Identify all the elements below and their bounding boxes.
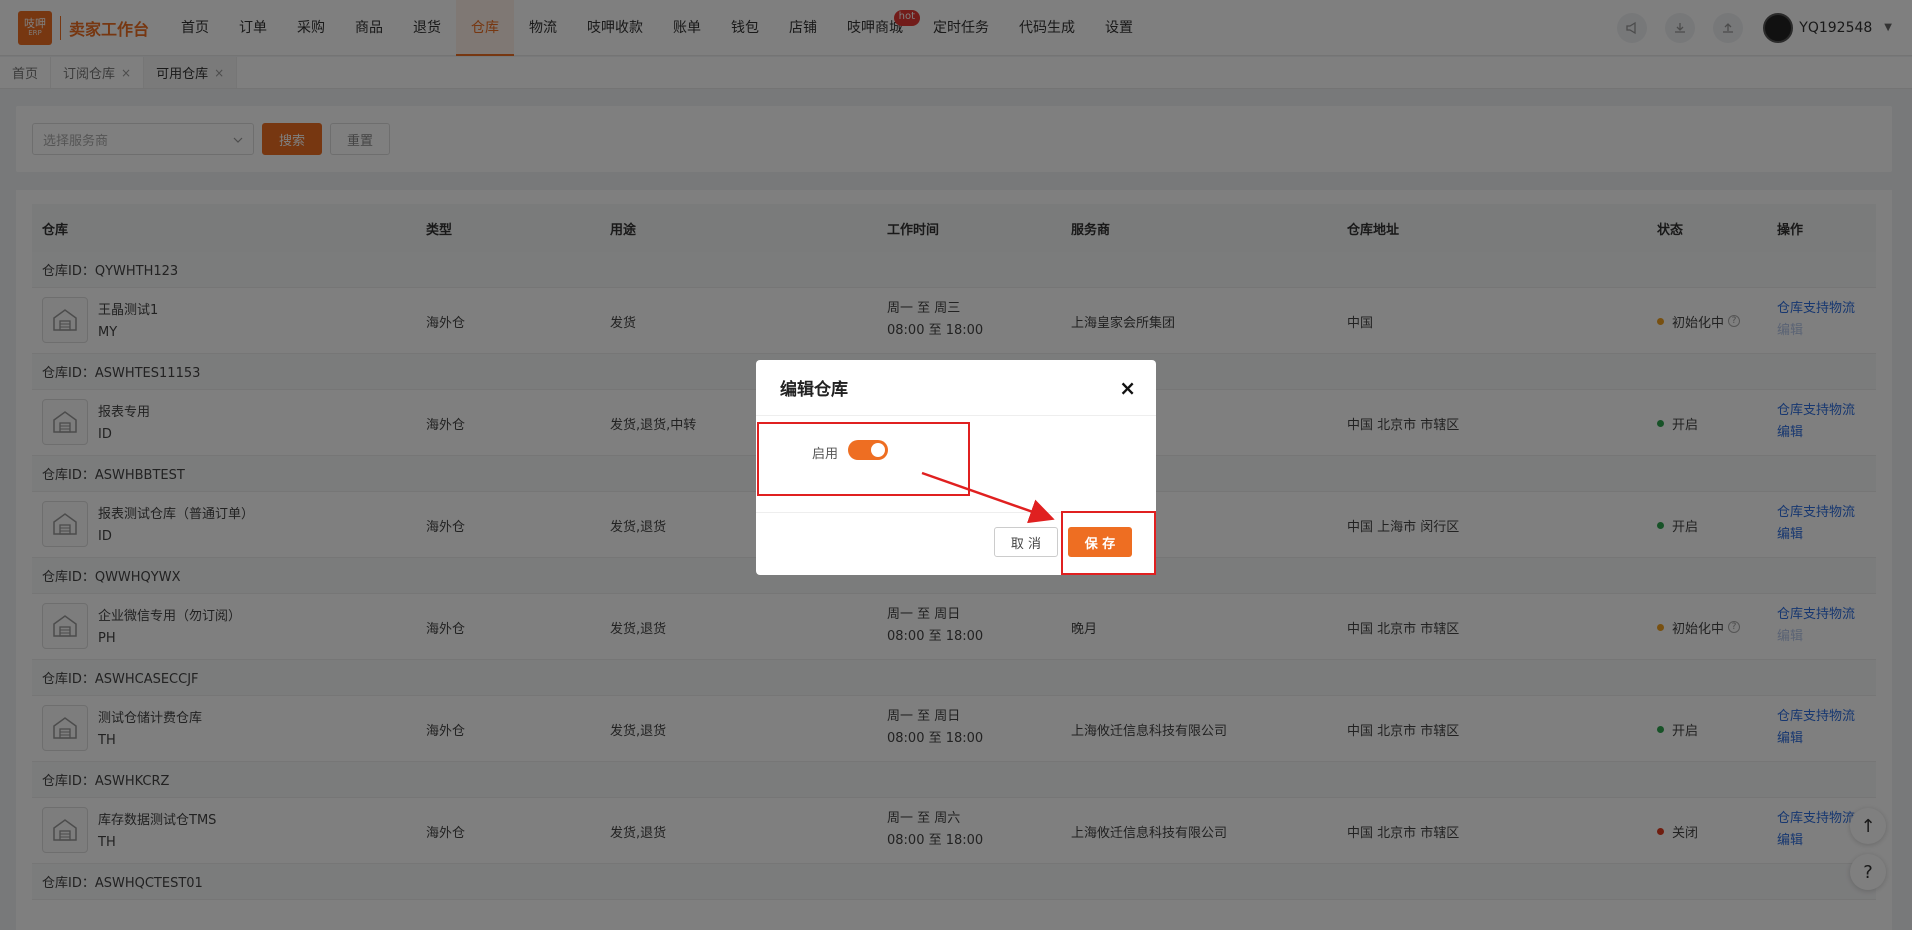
annotation-arrow-icon <box>921 471 1055 524</box>
